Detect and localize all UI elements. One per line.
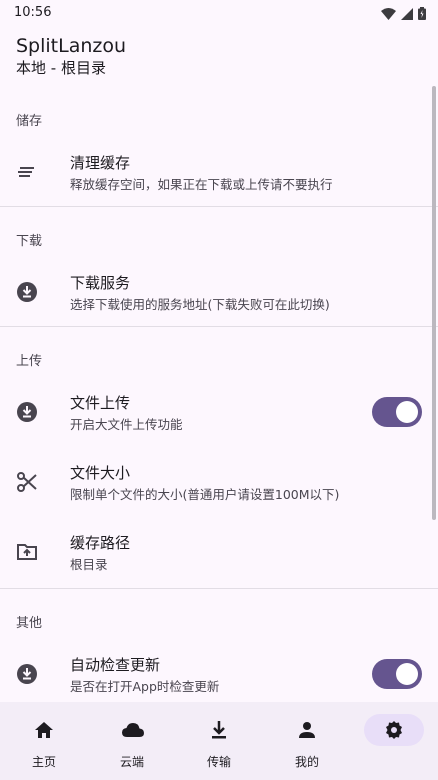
divider [0, 588, 438, 589]
section-header-other: 其他 [16, 616, 43, 631]
pref-download-service[interactable]: 下载服务 选择下载使用的服务地址(下载失败可在此切换) [0, 262, 438, 322]
auto-update-toggle[interactable] [372, 659, 422, 689]
folder-upload-icon [16, 541, 38, 563]
nav-icon-container [189, 714, 249, 746]
status-bar: 10:56 [0, 0, 438, 26]
status-icons [381, 5, 426, 24]
nav-item-home[interactable]: 主页 [0, 702, 88, 780]
pref-clear-cache[interactable]: 清理缓存 释放缓存空间，如果正在下载或上传请不要执行 [0, 142, 438, 202]
signal-icon [401, 5, 413, 24]
toggle-thumb [396, 663, 418, 685]
pref-summary: 开启大文件上传功能 [70, 417, 183, 432]
nav-item-cloud[interactable]: 云端 [88, 702, 176, 780]
pref-title: 文件大小 [70, 464, 131, 482]
download-circle-icon [16, 663, 38, 685]
nav-item-settings[interactable] [350, 702, 438, 780]
section-header-download: 下载 [16, 234, 43, 249]
nav-icon-container [14, 714, 74, 746]
divider [0, 206, 438, 207]
scrollbar[interactable] [432, 86, 436, 520]
nav-label: 主页 [31, 755, 56, 769]
file-upload-toggle[interactable] [372, 397, 422, 427]
battery-icon [418, 5, 426, 24]
scissors-icon [16, 471, 38, 493]
pref-file-size[interactable]: 文件大小 限制单个文件的大小(普通用户请设置100M以下) [0, 452, 438, 512]
nav-icon-container [102, 714, 162, 746]
pref-summary: 释放缓存空间，如果正在下载或上传请不要执行 [70, 177, 333, 192]
divider [0, 326, 438, 327]
pref-summary: 选择下载使用的服务地址(下载失败可在此切换) [70, 297, 330, 312]
bottom-nav: 主页 云端 传输 我的 [0, 702, 438, 780]
pref-title: 缓存路径 [70, 534, 131, 552]
status-time: 10:56 [14, 5, 52, 20]
pref-title: 自动检查更新 [70, 656, 161, 674]
toggle-thumb [396, 401, 418, 423]
pref-file-upload[interactable]: 文件上传 开启大文件上传功能 [0, 382, 438, 442]
download-circle-icon [16, 401, 38, 423]
pref-summary: 限制单个文件的大小(普通用户请设置100M以下) [70, 487, 340, 502]
wifi-icon [381, 5, 396, 24]
nav-icon-container [277, 714, 337, 746]
pref-summary: 是否在打开App时检查更新 [70, 679, 220, 694]
section-header-upload: 上传 [16, 354, 43, 369]
app-header: SplitLanzou 本地 - 根目录 [16, 34, 126, 78]
nav-item-profile[interactable]: 我的 [263, 702, 351, 780]
nav-label: 传输 [206, 755, 231, 769]
section-header-storage: 储存 [16, 114, 43, 129]
nav-item-transfer[interactable]: 传输 [175, 702, 263, 780]
pref-summary: 根目录 [70, 557, 108, 572]
nav-label: 云端 [119, 755, 144, 769]
app-subtitle: 本地 - 根目录 [16, 59, 106, 77]
nav-icon-container [364, 714, 424, 746]
pref-cache-path[interactable]: 缓存路径 根目录 [0, 522, 438, 582]
pref-auto-update[interactable]: 自动检查更新 是否在打开App时检查更新 [0, 644, 438, 702]
nav-label: 我的 [294, 755, 319, 769]
download-circle-icon [16, 281, 38, 303]
clear-lines-icon [16, 161, 38, 183]
settings-list[interactable]: 储存 清理缓存 释放缓存空间，如果正在下载或上传请不要执行 下载 下载服务 选择… [0, 96, 438, 702]
app-title: SplitLanzou [16, 35, 127, 57]
pref-title: 下载服务 [70, 274, 131, 292]
pref-title: 清理缓存 [70, 154, 131, 172]
pref-title: 文件上传 [70, 394, 131, 412]
